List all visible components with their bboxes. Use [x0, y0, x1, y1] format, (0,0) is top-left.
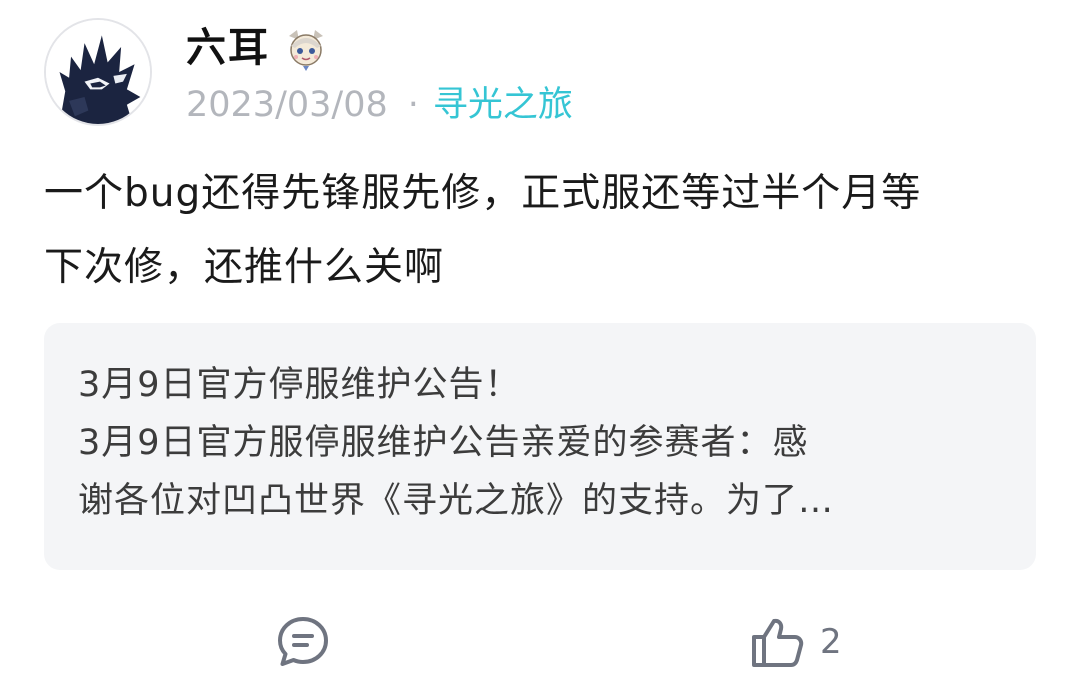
like-button[interactable]: 2 — [748, 614, 842, 670]
post-meta: 2023/03/08 · 寻光之旅 — [186, 82, 573, 128]
post-card: 六耳 2023/03/08 · 寻光之旅 一个bug还得先锋服先修，正式服还等过半个… — [0, 0, 1080, 674]
comment-icon — [278, 617, 328, 666]
paimon-badge-icon — [283, 26, 329, 72]
username[interactable]: 六耳 — [186, 22, 270, 74]
quoted-announcement-card[interactable]: 3月9日官方停服维护公告！ 3月9日官方服停服维护公告亲爱的参赛者：感 谢各位对… — [44, 323, 1036, 570]
quote-text-line: 3月9日官方服停服维护公告亲爱的参赛者：感 — [78, 423, 809, 463]
anime-avatar-icon — [46, 20, 150, 124]
thumbs-up-icon — [752, 618, 804, 667]
like-count: 2 — [820, 622, 842, 662]
avatar[interactable] — [44, 18, 152, 126]
comment-button[interactable] — [274, 614, 332, 670]
meta-separator: · — [407, 85, 419, 125]
post-content[interactable]: 一个bug还得先锋服先修，正式服还等过半个月等 下次修，还推什么关啊 — [44, 166, 1044, 314]
post-text-line: 下次修，还推什么关啊 — [44, 245, 445, 290]
post-date: 2023/03/08 — [186, 85, 388, 125]
topic-link[interactable]: 寻光之旅 — [433, 85, 573, 125]
quote-text-line: 谢各位对凹凸世界《寻光之旅》的支持。为了… — [78, 481, 835, 521]
quote-title: 3月9日官方停服维护公告！ — [78, 365, 521, 405]
post-text-line: 一个bug还得先锋服先修，正式服还等过半个月等 — [44, 171, 922, 216]
